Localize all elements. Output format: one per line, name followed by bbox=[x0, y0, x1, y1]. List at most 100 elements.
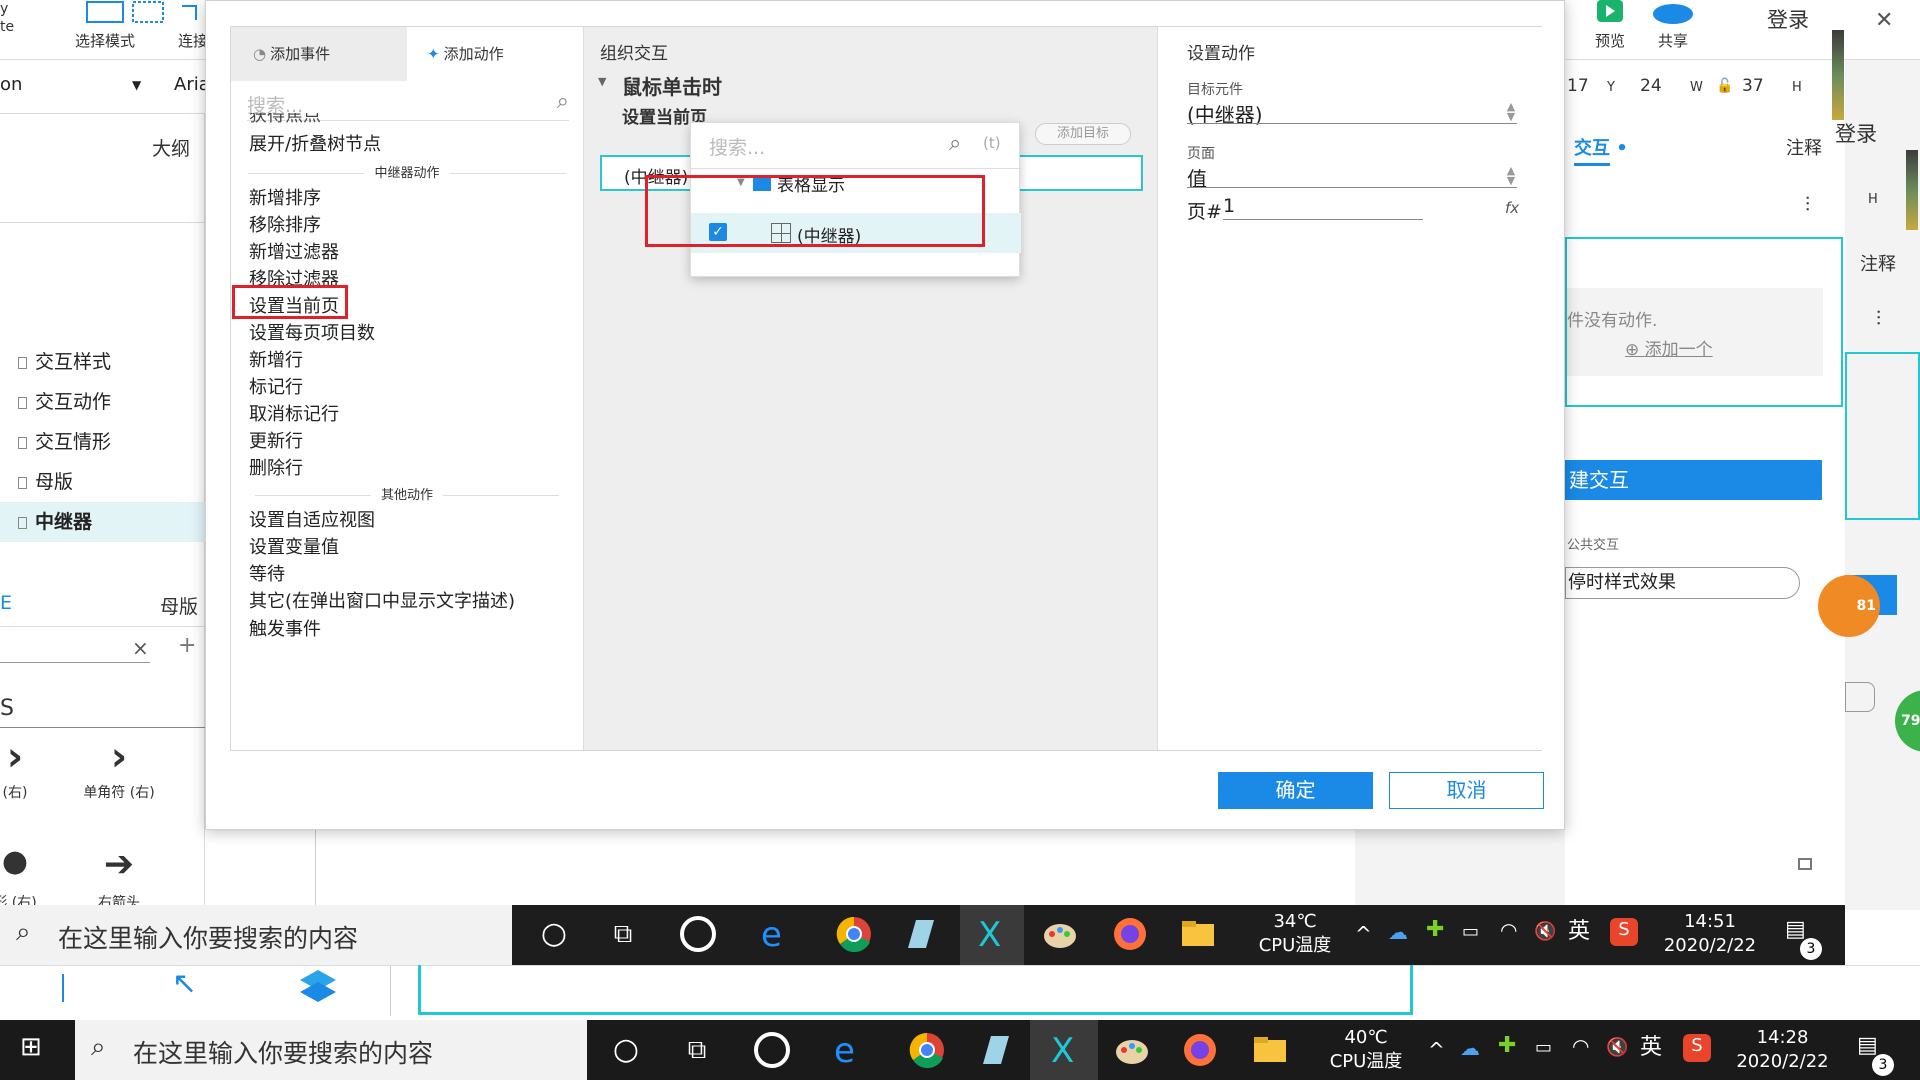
tab-outline[interactable]: 大纲 bbox=[152, 134, 190, 161]
outline-item-selected[interactable]: 中继器 bbox=[0, 502, 205, 542]
tab-library[interactable]: E bbox=[0, 592, 12, 614]
sliders-icon[interactable]: ⫶ bbox=[1805, 192, 1810, 216]
chrome-icon[interactable] bbox=[834, 914, 874, 954]
onedrive-icon[interactable]: ☁ bbox=[1460, 1036, 1480, 1060]
page-number-input[interactable]: 1 bbox=[1223, 195, 1235, 217]
filter-toggle[interactable]: (t) bbox=[983, 134, 1001, 152]
new-interaction-button[interactable]: 建交互 bbox=[1565, 460, 1822, 500]
collapse-triangle-icon[interactable]: ▼ bbox=[598, 75, 606, 88]
app-icon[interactable] bbox=[678, 914, 718, 954]
sogou-icon[interactable]: S bbox=[1683, 1034, 1711, 1062]
outline-item[interactable]: 母版 bbox=[0, 462, 205, 502]
cortana-icon[interactable]: ○ bbox=[606, 1030, 646, 1070]
tab-add-event-overlay[interactable]: ◔ 添加事件 bbox=[253, 27, 330, 81]
firefox-icon[interactable] bbox=[1110, 914, 1150, 954]
function-icon[interactable]: fx bbox=[1505, 199, 1519, 217]
layers-icon[interactable] bbox=[298, 968, 338, 1004]
wifi-icon[interactable]: ◠ bbox=[1500, 918, 1517, 942]
action-item[interactable]: 新增排序 bbox=[249, 184, 321, 210]
ok-button[interactable]: 确定 bbox=[1218, 772, 1373, 809]
battery-icon[interactable]: ▭ bbox=[1462, 920, 1479, 944]
lock-icon[interactable]: 🔓 bbox=[1716, 78, 1733, 94]
ie-icon[interactable]: e bbox=[828, 1030, 868, 1071]
firefox-icon[interactable] bbox=[1180, 1030, 1220, 1070]
folder-icon[interactable] bbox=[1250, 1030, 1290, 1070]
action-item[interactable]: 取消标记行 bbox=[249, 400, 339, 426]
action-item-partial[interactable]: 获得焦点 bbox=[249, 113, 321, 123]
restore-icon[interactable] bbox=[1798, 858, 1812, 870]
chrome-icon[interactable] bbox=[907, 1030, 947, 1070]
action-item[interactable]: 其它(在弹出窗口中显示文字描述) bbox=[249, 587, 515, 613]
notification-icon[interactable]: ▤ bbox=[1785, 918, 1806, 942]
chevron-up-icon[interactable]: ^ bbox=[1355, 922, 1372, 946]
ime-indicator[interactable]: 英 bbox=[1640, 1036, 1662, 1060]
font-style-field[interactable]: on bbox=[0, 74, 22, 95]
login-link[interactable]: 登录 bbox=[1767, 4, 1809, 34]
action-item[interactable]: 新增行 bbox=[249, 346, 303, 372]
battery-icon[interactable]: ▭ bbox=[1535, 1036, 1552, 1060]
updown-icon[interactable]: ▲ ▼ bbox=[1505, 101, 1517, 124]
axure-icon[interactable]: X bbox=[972, 914, 1012, 955]
library-widget[interactable]: › (右) bbox=[0, 734, 70, 802]
add-target-button[interactable]: 添加目标 bbox=[1035, 123, 1131, 145]
tab-add-action[interactable]: ✦ 添加动作 bbox=[407, 27, 583, 81]
event-title[interactable]: 鼠标单击时 bbox=[622, 71, 722, 100]
action-item[interactable]: 设置变量值 bbox=[249, 533, 339, 559]
sogou-icon[interactable]: S bbox=[1610, 918, 1638, 946]
library-widget[interactable]: ● 形 (右) bbox=[0, 844, 70, 912]
w-field[interactable]: 37 bbox=[1742, 76, 1764, 96]
action-item[interactable]: 删除行 bbox=[249, 454, 303, 480]
notification-icon[interactable]: ▤ bbox=[1857, 1034, 1878, 1058]
onedrive-icon[interactable]: ☁ bbox=[1388, 920, 1408, 944]
plus-app-icon[interactable]: ✚ bbox=[1498, 1034, 1516, 1058]
tab-interaction[interactable]: 交互 • bbox=[1574, 134, 1628, 160]
action-item[interactable]: 设置每页项目数 bbox=[249, 319, 375, 345]
action-item[interactable]: 等待 bbox=[249, 560, 285, 586]
chevron-down-icon[interactable]: ▼ bbox=[132, 78, 141, 92]
task-view-icon[interactable]: ⧉ bbox=[677, 1030, 717, 1070]
ie-icon[interactable]: e bbox=[755, 914, 795, 955]
notebook-icon[interactable] bbox=[900, 914, 940, 954]
axure-icon[interactable]: X bbox=[1045, 1030, 1085, 1071]
preview-button[interactable]: 预览 bbox=[1585, 0, 1635, 51]
action-item[interactable]: 触发事件 bbox=[249, 615, 321, 641]
volume-icon[interactable]: 🔇 bbox=[1606, 1036, 1628, 1060]
clear-icon[interactable]: × bbox=[132, 636, 149, 660]
ime-indicator[interactable]: 英 bbox=[1568, 920, 1590, 944]
clock[interactable]: 14:51 2020/2/22 bbox=[1655, 910, 1765, 958]
add-one-link[interactable]: ⊕ 添加一个 bbox=[1625, 335, 1713, 360]
action-item[interactable]: 移除排序 bbox=[249, 211, 321, 237]
task-view-icon[interactable]: ⧉ bbox=[603, 914, 643, 954]
wifi-icon[interactable]: ◠ bbox=[1572, 1034, 1589, 1058]
select-mode-button[interactable]: 选择模式 bbox=[50, 0, 164, 51]
share-button[interactable]: 共享 bbox=[1648, 0, 1698, 51]
windows-start-icon[interactable]: ⊞ bbox=[20, 1034, 42, 1060]
cortana-icon[interactable]: ○ bbox=[534, 914, 574, 954]
x-field[interactable]: 17 bbox=[1567, 76, 1589, 96]
tab-masters[interactable]: 母版 bbox=[160, 592, 198, 619]
add-icon[interactable]: + bbox=[178, 633, 196, 658]
action-item[interactable]: 设置自适应视图 bbox=[249, 506, 375, 532]
volume-icon[interactable]: 🔇 bbox=[1534, 920, 1556, 944]
library-widget[interactable]: ➔ 右箭头 bbox=[64, 844, 174, 912]
paint-icon[interactable] bbox=[1040, 914, 1080, 954]
folder-icon[interactable] bbox=[1178, 914, 1218, 954]
action-item-expand-collapse[interactable]: 展开/折叠树节点 bbox=[249, 130, 381, 156]
outline-item[interactable]: 交互样式 bbox=[0, 342, 205, 382]
app-icon[interactable] bbox=[752, 1030, 792, 1070]
outline-item[interactable]: 交互情形 bbox=[0, 422, 205, 462]
cancel-button[interactable]: 取消 bbox=[1389, 772, 1544, 809]
connect-button[interactable]: 连接 bbox=[178, 0, 208, 51]
chevron-up-icon[interactable]: ^ bbox=[1428, 1038, 1445, 1062]
action-item[interactable]: 更新行 bbox=[249, 427, 303, 453]
host-taskbar-search[interactable]: ⌕ 在这里输入你要搜索的内容 bbox=[75, 1020, 587, 1080]
remote-taskbar-search[interactable]: ⌕ 在这里输入你要搜索的内容 bbox=[0, 905, 512, 965]
library-search-input[interactable] bbox=[0, 662, 150, 663]
clock[interactable]: 14:28 2020/2/22 bbox=[1725, 1026, 1840, 1074]
action-item[interactable]: 标记行 bbox=[249, 373, 303, 399]
login-link-2[interactable]: 登录 bbox=[1835, 118, 1877, 148]
outline-item[interactable]: 交互动作 bbox=[0, 382, 205, 422]
action-item[interactable]: 新增过滤器 bbox=[249, 238, 339, 264]
plus-app-icon[interactable]: ✚ bbox=[1426, 918, 1444, 942]
notebook-icon[interactable] bbox=[975, 1030, 1015, 1070]
